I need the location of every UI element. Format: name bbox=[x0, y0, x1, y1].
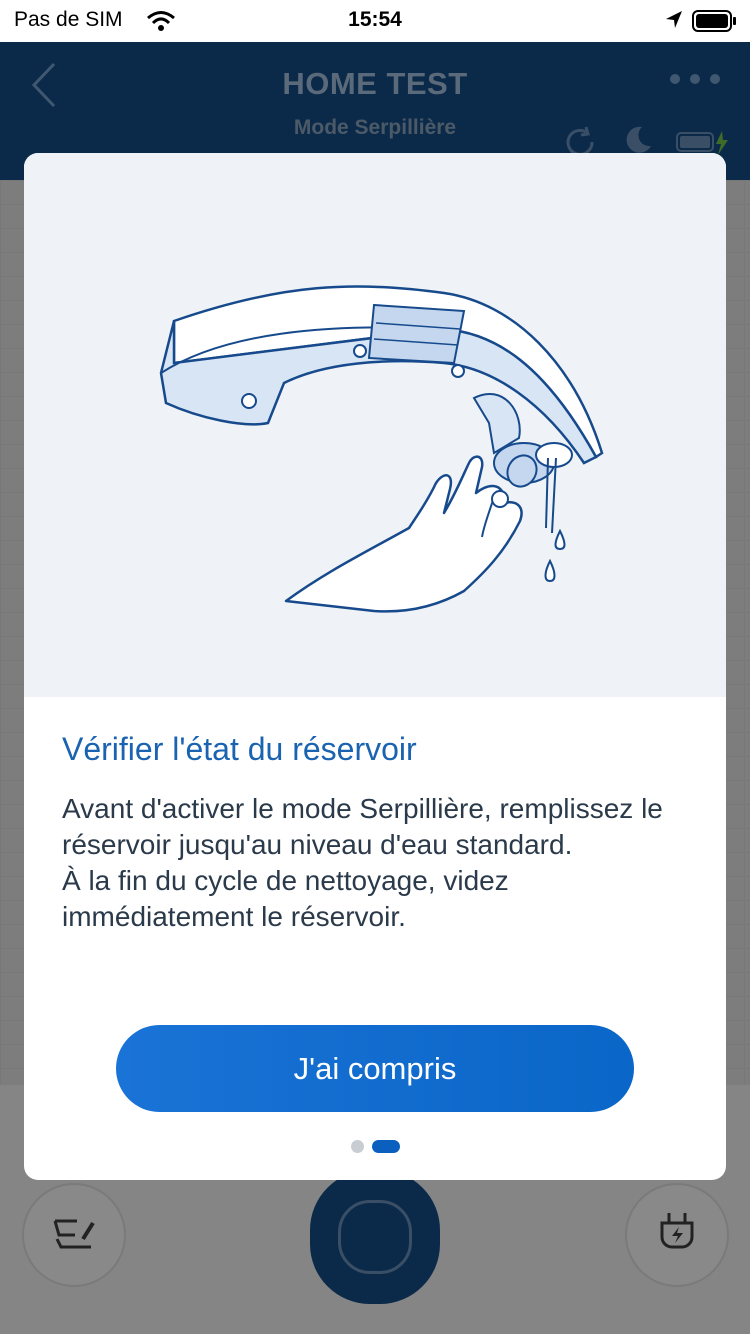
status-bar: Pas de SIM 15:54 bbox=[0, 0, 750, 42]
battery-icon bbox=[692, 9, 738, 39]
edit-map-icon bbox=[51, 1215, 97, 1256]
page-dot-active[interactable] bbox=[371, 1140, 400, 1153]
location-arrow-icon bbox=[664, 9, 684, 37]
edit-map-button[interactable] bbox=[22, 1183, 126, 1287]
dialog-body: Avant d'activer le mode Serpillière, rem… bbox=[62, 791, 702, 935]
page-title: HOME TEST bbox=[282, 66, 468, 101]
reservoir-check-dialog: Vérifier l'état du réservoir Avant d'act… bbox=[24, 153, 726, 1180]
understood-button[interactable]: J'ai compris bbox=[116, 1025, 634, 1112]
robot-reservoir-drawing bbox=[159, 285, 604, 613]
page-indicator bbox=[24, 1140, 726, 1153]
dialog-body-paragraph: Avant d'activer le mode Serpillière, rem… bbox=[62, 793, 663, 860]
start-cleaning-button[interactable] bbox=[310, 1170, 440, 1304]
page-dot[interactable] bbox=[350, 1140, 364, 1153]
start-cleaning-icon bbox=[338, 1200, 412, 1274]
reservoir-illustration bbox=[24, 153, 726, 697]
more-horizontal-icon[interactable] bbox=[668, 72, 722, 91]
dialog-title: Vérifier l'état du réservoir bbox=[62, 731, 417, 767]
clock: 15:54 bbox=[348, 8, 402, 31]
dialog-body-paragraph: À la fin du cycle de nettoyage, videz im… bbox=[62, 865, 509, 932]
dock-button[interactable] bbox=[625, 1183, 729, 1287]
dock-plug-icon bbox=[657, 1211, 697, 1260]
